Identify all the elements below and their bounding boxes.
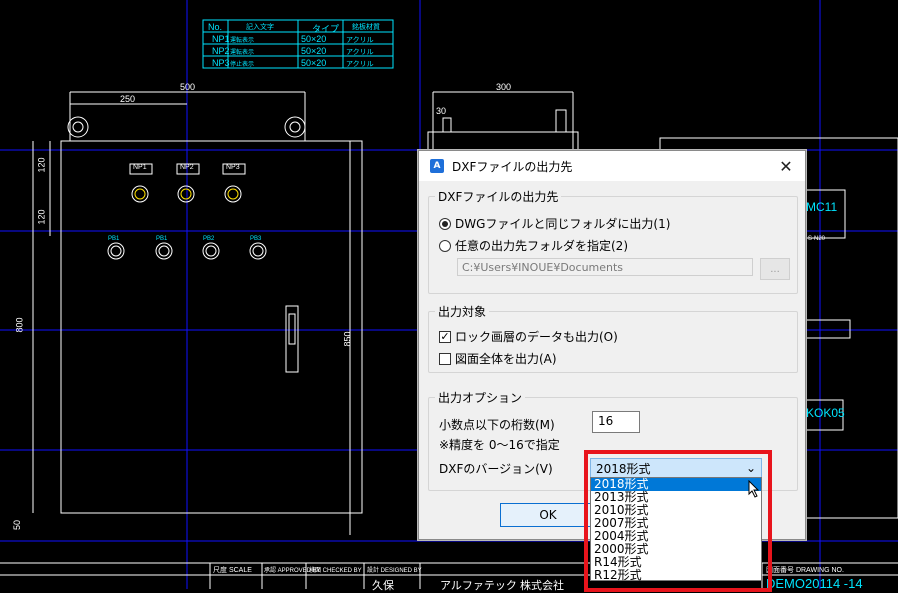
lamp-label: PB2 bbox=[203, 236, 215, 242]
nameplate-label: NP2 bbox=[180, 164, 194, 171]
radio-same-folder[interactable]: DWGファイルと同じフォルダに出力(1) bbox=[439, 215, 670, 232]
cabinet-front bbox=[32, 91, 363, 535]
radio-button[interactable] bbox=[439, 239, 451, 252]
radio-custom-folder-label: 任意の出力先フォルダを指定(2) bbox=[455, 239, 628, 253]
check-locked-layers[interactable]: ✓ ロック画層のデータも出力(O) bbox=[439, 328, 618, 345]
app-icon: A bbox=[430, 159, 444, 173]
precision-note: ※精度を 0～16で指定 bbox=[439, 438, 560, 452]
cabinet-side bbox=[427, 91, 579, 151]
company-name: アルファテック 株式会社 bbox=[440, 580, 564, 592]
table-cell: 停止表示 bbox=[230, 62, 255, 68]
title-block-checked: 検図 CHECKED BY bbox=[309, 568, 362, 574]
output-target-legend: 出力対象 bbox=[435, 303, 490, 320]
dimension-30: 30 bbox=[436, 106, 447, 116]
nameplate-label: NP3 bbox=[226, 164, 240, 171]
ok-button[interactable]: OK bbox=[500, 503, 596, 527]
table-cell: NP3 bbox=[212, 58, 230, 68]
table-cell: アクリル bbox=[346, 37, 374, 44]
checkbox-checked[interactable]: ✓ bbox=[439, 330, 451, 343]
table-cell: アクリル bbox=[346, 61, 374, 68]
table-cell: 50×20 bbox=[301, 34, 327, 44]
browse-folder-button[interactable]: ... bbox=[760, 258, 790, 280]
table-cell: 運転表示 bbox=[230, 38, 255, 44]
table-cell: 運転表示 bbox=[230, 50, 255, 56]
table-header-text: 記入文字 bbox=[246, 24, 274, 31]
check-whole-drawing-label: 図面全体を出力(A) bbox=[455, 352, 557, 366]
mc-label: MC11 bbox=[806, 200, 838, 214]
title-block-drawing-no: 図面番号 DRAWING NO. bbox=[766, 567, 844, 574]
dimension-250: 250 bbox=[120, 94, 136, 104]
title-block-designed: 設計 DESIGNED BY bbox=[367, 568, 422, 574]
dimension-300: 300 bbox=[496, 82, 512, 92]
check-whole-drawing[interactable]: 図面全体を出力(A) bbox=[439, 350, 557, 367]
dimension-120: 120 bbox=[36, 209, 47, 225]
annotation-highlight-box bbox=[584, 450, 772, 592]
digits-label: 小数点以下の桁数(M) bbox=[439, 418, 555, 432]
lamp-label: PB1 bbox=[108, 236, 120, 242]
table-header-no: No. bbox=[208, 22, 223, 32]
dimension-120: 120 bbox=[36, 157, 47, 173]
mc-sub-label: S-N20 bbox=[808, 236, 826, 242]
table-cell: 50×20 bbox=[301, 58, 327, 68]
dimension-850: 850 bbox=[342, 331, 353, 347]
output-folder-path-input[interactable] bbox=[457, 258, 753, 276]
dimension-500: 500 bbox=[180, 82, 196, 92]
version-label: DXFのバージョン(V) bbox=[439, 462, 553, 476]
check-locked-layers-label: ロック画層のデータも出力(O) bbox=[455, 330, 618, 344]
designer-name: 久保 bbox=[372, 580, 394, 592]
nameplate-label: NP1 bbox=[133, 164, 147, 171]
table-cell: 50×20 bbox=[301, 46, 327, 56]
radio-button[interactable] bbox=[439, 217, 451, 230]
output-location-legend: DXFファイルの出力先 bbox=[435, 188, 562, 205]
table-cell: NP2 bbox=[212, 46, 230, 56]
dialog-titlebar[interactable]: A DXFファイルの出力先 ✕ bbox=[419, 151, 805, 181]
code-label: KOK05 bbox=[806, 406, 845, 420]
table-header-material: 銘板材質 bbox=[352, 24, 380, 31]
lamp-label: PB3 bbox=[250, 236, 262, 242]
dimension-50: 50 bbox=[12, 519, 23, 531]
radio-custom-folder[interactable]: 任意の出力先フォルダを指定(2) bbox=[439, 237, 628, 254]
table-cell: NP1 bbox=[212, 34, 230, 44]
dialog-title: DXFファイルの出力先 bbox=[452, 159, 573, 174]
title-block-scale: 尺度 SCALE bbox=[213, 567, 252, 574]
radio-same-folder-label: DWGファイルと同じフォルダに出力(1) bbox=[455, 217, 671, 231]
lamp-label: PB1 bbox=[156, 236, 168, 242]
output-location-group: DXFファイルの出力先 DWGファイルと同じフォルダに出力(1) 任意の出力先フ… bbox=[428, 188, 798, 294]
dimension-800: 800 bbox=[14, 317, 25, 333]
mouse-cursor-icon bbox=[748, 480, 760, 498]
checkbox-unchecked[interactable] bbox=[439, 352, 451, 365]
decimal-digits-input[interactable]: 16 bbox=[592, 411, 640, 433]
output-options-legend: 出力オプション bbox=[435, 389, 526, 406]
close-button[interactable]: ✕ bbox=[775, 155, 797, 177]
output-target-group: 出力対象 ✓ ロック画層のデータも出力(O) 図面全体を出力(A) bbox=[428, 303, 798, 373]
table-cell: アクリル bbox=[346, 49, 374, 56]
